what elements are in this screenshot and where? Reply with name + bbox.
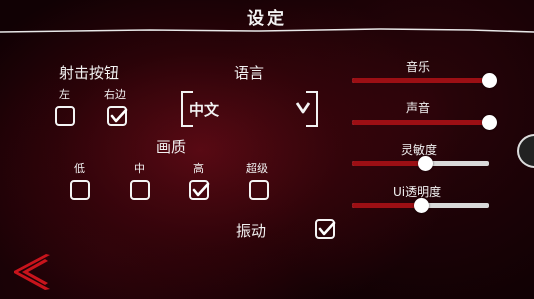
settings-screen: 设定 射击按钮 左 右边 语言 中文 画质 低 中 高 超级 振动 音乐 声音 … — [0, 0, 534, 299]
music-slider-thumb[interactable] — [482, 73, 497, 88]
fire-right-label: 右边 — [104, 88, 126, 101]
sensitivity-slider[interactable] — [352, 155, 489, 171]
sound-slider[interactable] — [352, 114, 497, 130]
side-toggle-button[interactable] — [517, 134, 534, 168]
fire-left-label: 左 — [59, 88, 70, 101]
quality-label: 画质 — [156, 138, 187, 156]
vibration-label: 振动 — [236, 222, 267, 240]
quality-medium-checkbox[interactable] — [130, 180, 150, 200]
fire-left-checkbox[interactable] — [55, 106, 75, 126]
fire-right-checkbox[interactable] — [107, 106, 128, 126]
language-dropdown[interactable]: 中文 — [181, 91, 318, 127]
quality-high-checkbox[interactable] — [189, 180, 210, 200]
language-label: 语言 — [234, 64, 265, 82]
sound-slider-thumb[interactable] — [482, 115, 497, 130]
quality-low-checkbox[interactable] — [70, 180, 90, 200]
fire-button-label: 射击按钮 — [59, 64, 120, 82]
back-arrow-icon[interactable] — [12, 252, 54, 292]
background-texture — [0, 0, 534, 299]
quality-high-label: 高 — [193, 162, 204, 175]
vibration-checkbox[interactable] — [315, 219, 336, 239]
checkmark-icon — [192, 182, 210, 197]
sensitivity-slider-thumb[interactable] — [417, 156, 433, 171]
ui-opacity-slider[interactable] — [352, 197, 489, 213]
music-slider[interactable] — [352, 72, 497, 88]
quality-medium-label: 中 — [134, 162, 145, 175]
checkmark-icon — [110, 108, 128, 123]
chevron-down-icon — [296, 102, 310, 114]
language-selected-value: 中文 — [189, 101, 220, 119]
quality-ultra-label: 超级 — [246, 162, 268, 175]
title-divider — [0, 28, 534, 33]
ui-opacity-slider-thumb[interactable] — [413, 198, 429, 213]
checkmark-icon — [318, 221, 336, 236]
quality-low-label: 低 — [74, 162, 85, 175]
quality-ultra-checkbox[interactable] — [249, 180, 269, 200]
